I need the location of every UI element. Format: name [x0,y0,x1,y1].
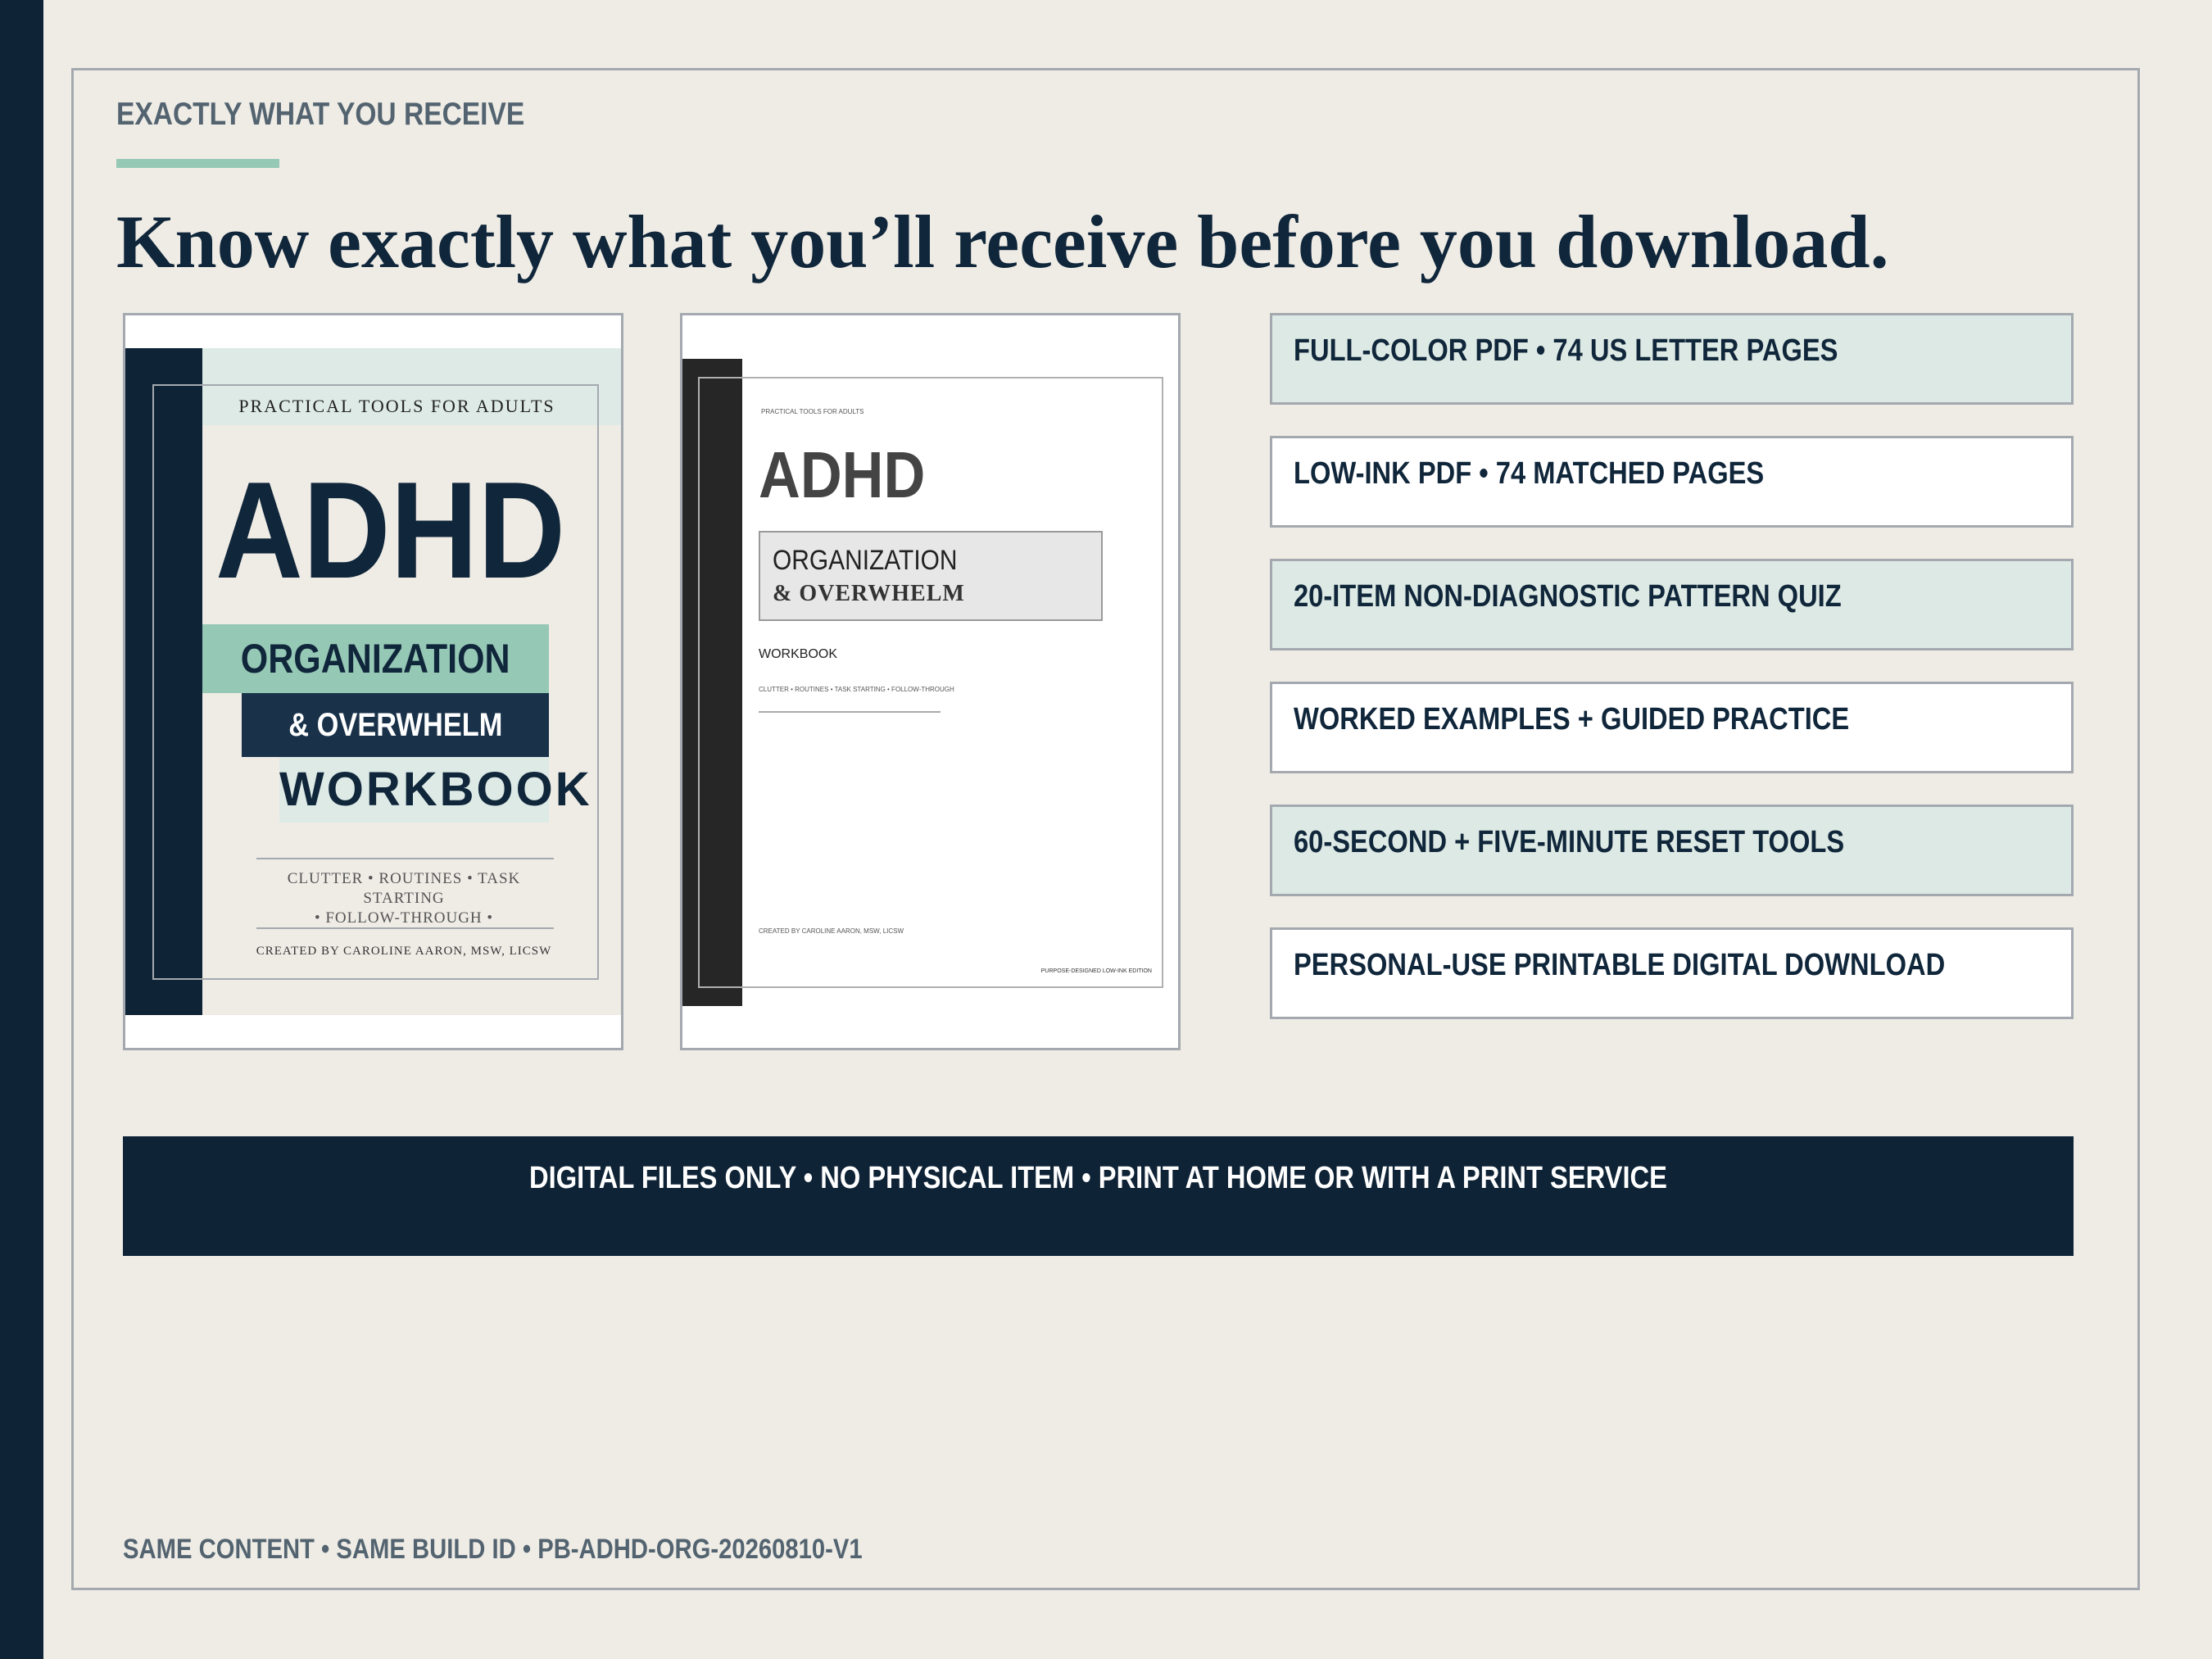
cover-topics: CLUTTER • ROUTINES • TASK STARTING • FOL… [248,869,560,928]
cover-subtitle-organization-text: ORGANIZATION [241,636,510,682]
low-ink-subtitle-organization: ORGANIZATION [773,545,958,576]
feature-item: 20-ITEM NON-DIAGNOSTIC PATTERN QUIZ [1270,559,2074,650]
feature-item-label: FULL-COLOR PDF • 74 US LETTER PAGES [1294,333,1838,368]
feature-item: 60-SECOND + FIVE-MINUTE RESET TOOLS [1270,805,2074,896]
low-ink-credit: CREATED BY CAROLINE AARON, MSW, LICSW [759,927,904,935]
cover-divider-top [256,858,554,859]
cover-subtitle-organization: ORGANIZATION [202,624,549,693]
cover-topics-line-2: • FOLLOW-THROUGH • [314,909,494,927]
feature-item: PERSONAL-USE PRINTABLE DIGITAL DOWNLOAD [1270,927,2074,1019]
left-accent-bar [0,0,43,1659]
full-color-cover-preview: PRACTICAL TOOLS FOR ADULTS ADHD ORGANIZA… [123,313,623,1050]
feature-item-label: 20-ITEM NON-DIAGNOSTIC PATTERN QUIZ [1294,579,1842,614]
cover-divider-bottom [256,927,554,929]
low-ink-edition-label: PURPOSE-DESIGNED LOW-INK EDITION [1040,968,1152,974]
cover-subtitle-workbook: WORKBOOK [279,757,590,823]
low-ink-subtitle-workbook: WORKBOOK [759,647,838,661]
feature-item-label: PERSONAL-USE PRINTABLE DIGITAL DOWNLOAD [1294,948,1946,982]
cover-subtitle-overwhelm-text: & OVERWHELM [288,707,503,743]
feature-item-label: WORKED EXAMPLES + GUIDED PRACTICE [1294,702,1850,737]
cover-subtitle-overwhelm: & OVERWHELM [242,693,549,757]
low-ink-cover-preview: PRACTICAL TOOLS FOR ADULTS ADHD ORGANIZA… [680,313,1181,1050]
cover-title: ADHD [215,453,566,607]
low-ink-eyebrow: PRACTICAL TOOLS FOR ADULTS [761,408,864,415]
banner-text: DIGITAL FILES ONLY • NO PHYSICAL ITEM • … [123,1161,2074,1196]
digital-files-banner: DIGITAL FILES ONLY • NO PHYSICAL ITEM • … [123,1136,2074,1256]
feature-item-label: LOW-INK PDF • 74 MATCHED PAGES [1294,456,1765,491]
feature-item: FULL-COLOR PDF • 74 US LETTER PAGES [1270,313,2074,405]
feature-item-label: 60-SECOND + FIVE-MINUTE RESET TOOLS [1294,825,1845,859]
page-headline: Know exactly what you’ll receive before … [116,200,1889,283]
cover-credit: CREATED BY CAROLINE AARON, MSW, LICSW [256,945,552,958]
cover-topics-line-1: CLUTTER • ROUTINES • TASK STARTING [287,870,521,907]
low-ink-title: ADHD [759,438,926,511]
low-ink-topics: CLUTTER • ROUTINES • TASK STARTING • FOL… [759,686,954,693]
feature-item: LOW-INK PDF • 74 MATCHED PAGES [1270,436,2074,528]
section-eyebrow: EXACTLY WHAT YOU RECEIVE [116,97,525,132]
build-id-footer: SAME CONTENT • SAME BUILD ID • PB-ADHD-O… [123,1534,863,1565]
low-ink-divider [759,711,941,713]
banner-text-content: DIGITAL FILES ONLY • NO PHYSICAL ITEM • … [529,1161,1667,1195]
cover-eyebrow: PRACTICAL TOOLS FOR ADULTS [238,396,555,416]
low-ink-subtitle-overwhelm: & OVERWHELM [773,581,965,606]
eyebrow-underline [116,159,279,168]
feature-item: WORKED EXAMPLES + GUIDED PRACTICE [1270,682,2074,773]
